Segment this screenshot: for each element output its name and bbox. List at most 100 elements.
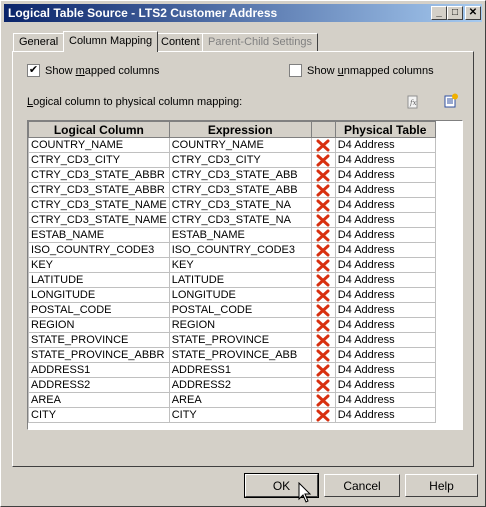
table-row[interactable]: ISO_COUNTRY_CODE3 ISO_COUNTRY_CODE3 D4 Add… bbox=[28, 242, 436, 258]
delete-x-icon[interactable] bbox=[316, 364, 330, 377]
expression-cell[interactable]: REGION bbox=[168, 317, 312, 333]
delete-x-icon[interactable] bbox=[316, 394, 330, 407]
table-row[interactable]: CTRY_CD3_STATE_ABBR CTRY_CD3_STATE_ABB D4 … bbox=[28, 182, 436, 198]
expression-cell[interactable]: AREA bbox=[168, 392, 312, 408]
logical-column-cell[interactable]: COUNTRY_NAME bbox=[28, 137, 170, 153]
delete-cell[interactable] bbox=[310, 272, 336, 288]
physical-table-cell[interactable]: D4 Address bbox=[334, 377, 436, 393]
delete-x-icon[interactable] bbox=[316, 154, 330, 167]
delete-x-icon[interactable] bbox=[316, 169, 330, 182]
expression-cell[interactable]: ADDRESS2 bbox=[168, 377, 312, 393]
cancel-button[interactable]: Cancel bbox=[324, 474, 400, 497]
table-row[interactable]: CITY CITY D4 Address bbox=[28, 407, 436, 423]
expression-cell[interactable]: STATE_PROVINCE_ABB bbox=[168, 347, 312, 363]
logical-column-cell[interactable]: STATE_PROVINCE_ABBR bbox=[28, 347, 170, 363]
expression-cell[interactable]: COUNTRY_NAME bbox=[168, 137, 312, 153]
delete-cell[interactable] bbox=[310, 332, 336, 348]
physical-table-cell[interactable]: D4 Address bbox=[334, 227, 436, 243]
physical-table-cell[interactable]: D4 Address bbox=[334, 242, 436, 258]
expression-cell[interactable]: CTRY_CD3_STATE_NA bbox=[168, 212, 312, 228]
delete-cell[interactable] bbox=[310, 302, 336, 318]
minimize-button[interactable]: _ bbox=[431, 6, 447, 20]
delete-x-icon[interactable] bbox=[316, 319, 330, 332]
delete-cell[interactable] bbox=[310, 347, 336, 363]
delete-cell[interactable] bbox=[310, 287, 336, 303]
delete-x-icon[interactable] bbox=[316, 409, 330, 422]
help-button[interactable]: Help bbox=[405, 474, 478, 497]
logical-column-cell[interactable]: CTRY_CD3_STATE_ABBR bbox=[28, 167, 170, 183]
physical-table-cell[interactable]: D4 Address bbox=[334, 407, 436, 423]
table-row[interactable]: STATE_PROVINCE_ABBR STATE_PROVINCE_ABB D4 … bbox=[28, 347, 436, 363]
delete-cell[interactable] bbox=[310, 377, 336, 393]
table-row[interactable]: CTRY_CD3_STATE_NAME CTRY_CD3_STATE_NA D4 A… bbox=[28, 212, 436, 228]
physical-table-cell[interactable]: D4 Address bbox=[334, 332, 436, 348]
logical-column-cell[interactable]: CTRY_CD3_CITY bbox=[28, 152, 170, 168]
expression-cell[interactable]: KEY bbox=[168, 257, 312, 273]
expression-builder-icon[interactable]: fx bbox=[405, 94, 421, 110]
show-mapped-checkbox[interactable]: ✔ Show mapped columns bbox=[27, 64, 159, 77]
delete-x-icon[interactable] bbox=[316, 379, 330, 392]
physical-table-cell[interactable]: D4 Address bbox=[334, 302, 436, 318]
delete-cell[interactable] bbox=[310, 227, 336, 243]
physical-table-cell[interactable]: D4 Address bbox=[334, 392, 436, 408]
delete-x-icon[interactable] bbox=[316, 229, 330, 242]
table-row[interactable]: ADDRESS2 ADDRESS2 D4 Address bbox=[28, 377, 436, 393]
table-row[interactable]: ADDRESS1 ADDRESS1 D4 Address bbox=[28, 362, 436, 378]
table-row[interactable]: LONGITUDE LONGITUDE D4 Address bbox=[28, 287, 436, 303]
physical-table-cell[interactable]: D4 Address bbox=[334, 317, 436, 333]
table-row[interactable]: CTRY_CD3_STATE_NAME CTRY_CD3_STATE_NA D4 A… bbox=[28, 197, 436, 213]
expression-cell[interactable]: ISO_COUNTRY_CODE3 bbox=[168, 242, 312, 258]
physical-table-cell[interactable]: D4 Address bbox=[334, 257, 436, 273]
table-row[interactable]: LATITUDE LATITUDE D4 Address bbox=[28, 272, 436, 288]
logical-column-cell[interactable]: CTRY_CD3_STATE_ABBR bbox=[28, 182, 170, 198]
delete-x-icon[interactable] bbox=[316, 349, 330, 362]
table-row[interactable]: REGION REGION D4 Address bbox=[28, 317, 436, 333]
delete-cell[interactable] bbox=[310, 197, 336, 213]
table-row[interactable]: POSTAL_CODE POSTAL_CODE D4 Address bbox=[28, 302, 436, 318]
mapping-grid[interactable]: Logical Column Expression Physical Table… bbox=[27, 120, 463, 430]
logical-column-cell[interactable]: ADDRESS1 bbox=[28, 362, 170, 378]
delete-cell[interactable] bbox=[310, 257, 336, 273]
expression-cell[interactable]: CTRY_CD3_STATE_NA bbox=[168, 197, 312, 213]
table-row[interactable]: CTRY_CD3_CITY CTRY_CD3_CITY D4 Address bbox=[28, 152, 436, 168]
close-button[interactable]: ✕ bbox=[465, 6, 481, 20]
physical-table-cell[interactable]: D4 Address bbox=[334, 197, 436, 213]
logical-column-cell[interactable]: LONGITUDE bbox=[28, 287, 170, 303]
col-header-logical-column[interactable]: Logical Column bbox=[28, 121, 170, 138]
delete-cell[interactable] bbox=[310, 407, 336, 423]
expression-cell[interactable]: CITY bbox=[168, 407, 312, 423]
table-row[interactable]: STATE_PROVINCE STATE_PROVINCE D4 Address bbox=[28, 332, 436, 348]
show-unmapped-checkbox[interactable]: Show unmapped columns bbox=[289, 64, 434, 77]
delete-cell[interactable] bbox=[310, 362, 336, 378]
delete-x-icon[interactable] bbox=[316, 334, 330, 347]
delete-x-icon[interactable] bbox=[316, 184, 330, 197]
delete-cell[interactable] bbox=[310, 212, 336, 228]
physical-table-cell[interactable]: D4 Address bbox=[334, 167, 436, 183]
expression-cell[interactable]: CTRY_CD3_STATE_ABB bbox=[168, 182, 312, 198]
physical-table-cell[interactable]: D4 Address bbox=[334, 152, 436, 168]
table-row[interactable]: KEY KEY D4 Address bbox=[28, 257, 436, 273]
table-row[interactable]: AREA AREA D4 Address bbox=[28, 392, 436, 408]
expression-cell[interactable]: ESTAB_NAME bbox=[168, 227, 312, 243]
expression-cell[interactable]: ADDRESS1 bbox=[168, 362, 312, 378]
delete-cell[interactable] bbox=[310, 317, 336, 333]
physical-table-cell[interactable]: D4 Address bbox=[334, 182, 436, 198]
tab-column-mapping[interactable]: Column Mapping bbox=[63, 31, 159, 52]
delete-x-icon[interactable] bbox=[316, 244, 330, 257]
new-mapping-icon[interactable] bbox=[443, 93, 459, 109]
logical-column-cell[interactable]: STATE_PROVINCE bbox=[28, 332, 170, 348]
table-row[interactable]: ESTAB_NAME ESTAB_NAME D4 Address bbox=[28, 227, 436, 243]
logical-column-cell[interactable]: CTRY_CD3_STATE_NAME bbox=[28, 212, 170, 228]
physical-table-cell[interactable]: D4 Address bbox=[334, 137, 436, 153]
delete-cell[interactable] bbox=[310, 392, 336, 408]
delete-x-icon[interactable] bbox=[316, 139, 330, 152]
tab-content[interactable]: Content bbox=[155, 33, 206, 51]
expression-cell[interactable]: CTRY_CD3_STATE_ABB bbox=[168, 167, 312, 183]
table-row[interactable]: COUNTRY_NAME COUNTRY_NAME D4 Address bbox=[28, 137, 436, 153]
delete-cell[interactable] bbox=[310, 182, 336, 198]
logical-column-cell[interactable]: AREA bbox=[28, 392, 170, 408]
logical-column-cell[interactable]: ESTAB_NAME bbox=[28, 227, 170, 243]
expression-cell[interactable]: LONGITUDE bbox=[168, 287, 312, 303]
delete-cell[interactable] bbox=[310, 167, 336, 183]
logical-column-cell[interactable]: CTRY_CD3_STATE_NAME bbox=[28, 197, 170, 213]
